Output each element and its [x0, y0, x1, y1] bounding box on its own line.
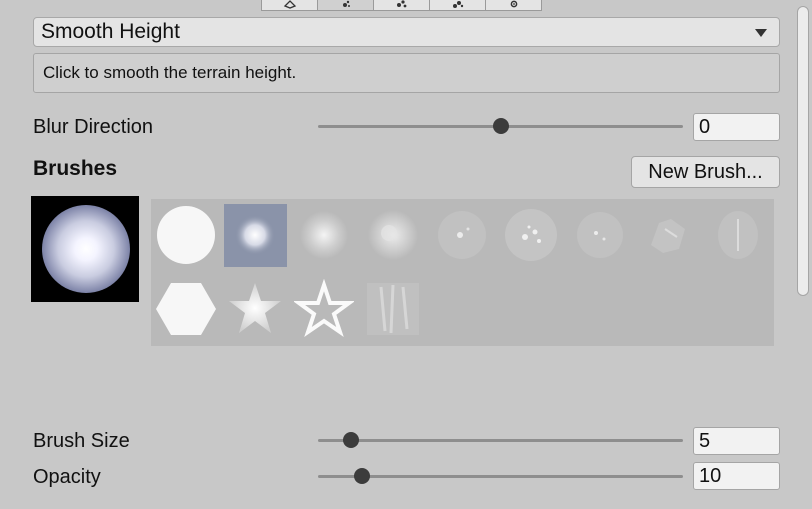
brush-item-circle-solid[interactable]: [155, 204, 218, 267]
blur-direction-slider[interactable]: [318, 118, 683, 134]
dropdown-arrow-icon: [755, 29, 767, 37]
brush-size-field[interactable]: 5: [693, 427, 780, 455]
splatter-brush-icon: [505, 209, 557, 261]
circle-blurred-brush-icon: [300, 211, 348, 259]
brush-item-hexagon[interactable]: [155, 278, 218, 341]
help-box: Click to smooth the terrain height.: [33, 53, 780, 93]
toolbar-raise-lower-terrain-button[interactable]: [261, 0, 318, 11]
brush-item-bark-texture[interactable]: [362, 278, 425, 341]
brush-item-grass[interactable]: [707, 204, 770, 267]
terrain-tool-toolbar: [261, 0, 542, 12]
brush-size-label: Brush Size: [33, 430, 130, 452]
grass-brush-icon: [718, 211, 758, 259]
raise-lower-terrain-icon: [283, 0, 296, 9]
terrain-settings-icon: [510, 0, 517, 8]
blur-direction-field[interactable]: 0: [693, 113, 780, 141]
brush-item-cloud[interactable]: [362, 204, 425, 267]
toolbar-paint-texture-button[interactable]: [318, 0, 374, 11]
tool-type-dropdown-value: Smooth Height: [41, 20, 180, 43]
paint-texture-icon: [342, 0, 350, 7]
brush-item-star-soft[interactable]: [224, 278, 287, 341]
brush-item-circle-blurred[interactable]: [293, 204, 356, 267]
opacity-slider[interactable]: [318, 468, 683, 484]
cloud-brush-icon: [368, 210, 418, 260]
toolbar-paint-details-button[interactable]: [430, 0, 486, 11]
brush-size-slider-thumb[interactable]: [342, 432, 359, 448]
paint-details-icon: [452, 1, 463, 8]
opacity-slider-thumb[interactable]: [353, 468, 370, 484]
inspector-scrollbar-thumb[interactable]: [797, 6, 809, 296]
toolbar-paint-trees-button[interactable]: [374, 0, 430, 11]
blur-direction-slider-thumb[interactable]: [492, 118, 509, 134]
opacity-label: Opacity: [33, 466, 101, 488]
brushes-heading: Brushes: [33, 157, 118, 180]
brush-size-value: 5: [699, 429, 711, 452]
blur-direction-label: Blur Direction: [33, 116, 154, 138]
blur-direction-value: 0: [699, 115, 711, 138]
hexagon-brush-icon: [156, 283, 216, 335]
brush-item-speckle[interactable]: [569, 204, 632, 267]
toolbar-terrain-settings-button[interactable]: [486, 0, 542, 11]
star-soft-brush-icon: [229, 283, 281, 333]
brush-size-slider[interactable]: [318, 432, 683, 448]
paint-trees-icon: [396, 0, 406, 8]
brush-item-spots[interactable]: [431, 204, 494, 267]
spots-brush-icon: [438, 211, 486, 259]
circle-soft-brush-icon: [235, 215, 275, 255]
opacity-field[interactable]: 10: [693, 462, 780, 490]
brush-item-leaf[interactable]: [638, 204, 701, 267]
leaf-brush-icon: [651, 219, 685, 253]
brush-item-star-outline[interactable]: [293, 278, 356, 341]
brush-grid: [151, 199, 774, 346]
brush-item-splatter[interactable]: [500, 204, 563, 267]
speckle-brush-icon: [577, 212, 623, 258]
star-outline-brush-icon: [294, 279, 354, 338]
tool-type-dropdown[interactable]: Smooth Height: [33, 17, 780, 47]
help-text: Click to smooth the terrain height.: [43, 63, 297, 82]
brush-item-circle-soft[interactable]: [224, 204, 287, 267]
new-brush-button[interactable]: New Brush...: [631, 156, 780, 188]
brush-preview: [31, 196, 139, 302]
opacity-value: 10: [699, 464, 722, 487]
brush-preview-glow-icon: [42, 205, 130, 293]
circle-solid-brush-icon: [157, 206, 215, 264]
bark-texture-brush-icon: [367, 283, 419, 335]
